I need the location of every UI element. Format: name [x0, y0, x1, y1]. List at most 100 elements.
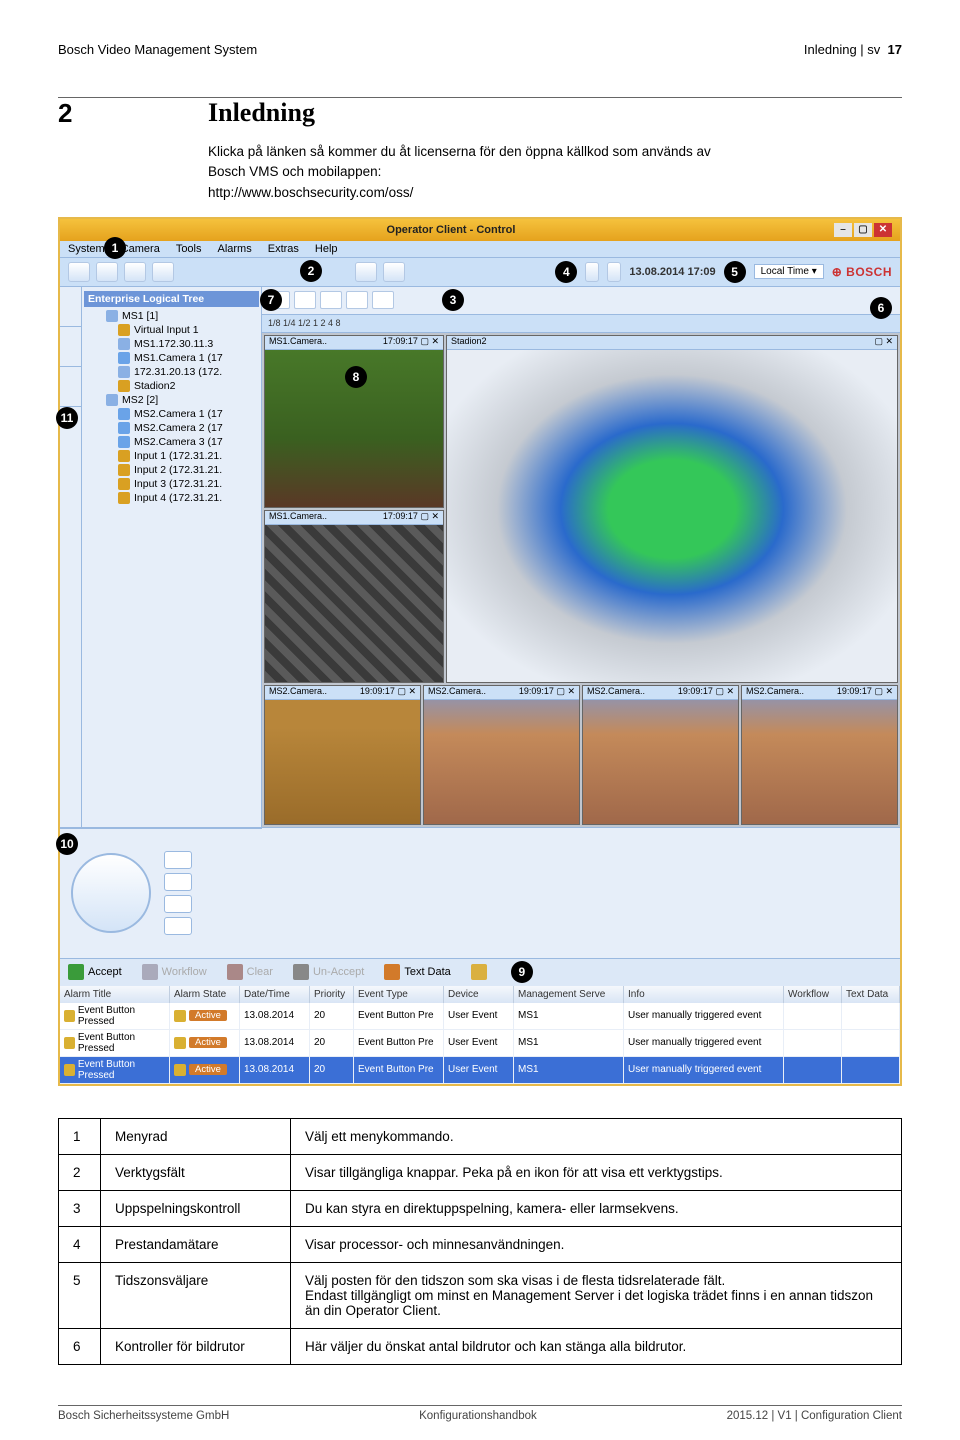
menu-alarms[interactable]: Alarms [218, 243, 252, 255]
side-tab-map-icon[interactable] [60, 367, 81, 407]
alarm-col-header[interactable]: Alarm State [170, 986, 240, 1003]
app-screenshot: Operator Client - Control – ▢ ✕ 1 System… [58, 217, 902, 1086]
menu-tools[interactable]: Tools [176, 243, 202, 255]
tree-item[interactable]: MS1.172.30.11.3 [84, 337, 259, 351]
callout-9: 9 [511, 961, 533, 983]
state-icon [174, 1010, 186, 1022]
menu-system[interactable]: System [68, 243, 105, 255]
tree-node-icon [118, 366, 130, 378]
tree-item[interactable]: Input 4 (172.31.21. [84, 491, 259, 505]
ptz-iris-icon[interactable] [164, 917, 192, 935]
tree-node-label: MS2.Camera 1 (17 [134, 408, 223, 420]
tree-item[interactable]: Input 3 (172.31.21. [84, 477, 259, 491]
print-icon[interactable] [355, 262, 377, 282]
textdata-button[interactable]: Text Data [384, 964, 450, 980]
image-pane-3[interactable]: MS1.Camera..17:09:17 ▢ ✕ [264, 510, 444, 683]
tree-item[interactable]: Stadion2 [84, 379, 259, 393]
unaccept-button[interactable]: Un-Accept [293, 964, 364, 980]
window-titlebar: Operator Client - Control – ▢ ✕ [60, 219, 900, 241]
alarm-row[interactable]: Event Button PressedActive13.08.201420Ev… [60, 1030, 900, 1057]
image-pane-5[interactable]: MS2.Camera..19:09:17 ▢ ✕ [423, 685, 580, 825]
clear-button[interactable]: Clear [227, 964, 273, 980]
tree-item[interactable]: Input 1 (172.31.21. [84, 449, 259, 463]
tree-node-label: Input 2 (172.31.21. [134, 464, 222, 476]
timezone-selector[interactable]: Local Time ▾ [754, 264, 824, 279]
snapshot-icon[interactable] [383, 262, 405, 282]
alarm-col-header[interactable]: Text Data [842, 986, 900, 1003]
tree-root[interactable]: Enterprise Logical Tree [84, 291, 259, 307]
monitor-icon[interactable] [68, 262, 90, 282]
menu-help[interactable]: Help [315, 243, 338, 255]
image-pane-2[interactable]: Stadion2▢ ✕ [446, 335, 898, 683]
ptz-focus-icon[interactable] [164, 895, 192, 913]
tree-item[interactable]: Input 2 (172.31.21. [84, 463, 259, 477]
bell-icon [471, 964, 487, 980]
ptz-zoom-in-icon[interactable] [164, 851, 192, 869]
section-number: 2 [58, 98, 168, 203]
tree-item[interactable]: MS2.Camera 2 (17 [84, 421, 259, 435]
speed-scale[interactable]: 1/8 1/4 1/2 1 2 4 8 [268, 318, 341, 328]
grid-icon[interactable] [124, 262, 146, 282]
forward-icon[interactable] [372, 291, 394, 309]
tree-node-icon [118, 450, 130, 462]
tree-item[interactable]: MS2 [2] [84, 393, 259, 407]
alarm-col-header[interactable]: Management Serve [514, 986, 624, 1003]
image-pane-1[interactable]: MS1.Camera..17:09:17 ▢ ✕ 8 [264, 335, 444, 508]
header-right: Inledning | sv 17 [804, 42, 902, 57]
tree-item[interactable]: MS2.Camera 3 (17 [84, 435, 259, 449]
tree-item[interactable]: MS2.Camera 1 (17 [84, 407, 259, 421]
alarm-row[interactable]: Event Button PressedActive13.08.201420Ev… [60, 1003, 900, 1030]
menu-camera[interactable]: Camera [121, 243, 160, 255]
film-icon[interactable] [96, 262, 118, 282]
accept-button[interactable]: Accept [68, 964, 122, 980]
legend-num: 6 [59, 1328, 101, 1364]
legend-desc: Visar processor- och minnesanvändningen. [291, 1226, 902, 1262]
play-icon[interactable] [320, 291, 342, 309]
alarm-col-header[interactable]: Workflow [784, 986, 842, 1003]
layout-1-icon[interactable] [802, 317, 818, 329]
tree-item[interactable]: MS1.Camera 1 (17 [84, 351, 259, 365]
page-title: Inledning [208, 98, 902, 128]
tree-node-icon [118, 352, 130, 364]
legend-row: 4PrestandamätareVisar processor- och min… [59, 1226, 902, 1262]
maximize-button[interactable]: ▢ [854, 223, 872, 237]
alarm-col-header[interactable]: Event Type [354, 986, 444, 1003]
layout-4-icon[interactable] [859, 317, 875, 329]
minimize-button[interactable]: – [834, 223, 852, 237]
legend-num: 3 [59, 1190, 101, 1226]
callout-4: 4 [555, 261, 577, 283]
callout-10: 10 [56, 833, 78, 855]
alarm-col-header[interactable]: Priority [310, 986, 354, 1003]
alarm-col-header[interactable]: Date/Time [240, 986, 310, 1003]
legend-row: 5TidszonsväljareVälj posten för den tids… [59, 1262, 902, 1328]
side-tab-tree-icon[interactable] [60, 287, 81, 327]
ptz-joystick[interactable] [66, 848, 156, 938]
alarm-row[interactable]: Event Button PressedActive13.08.201420Ev… [60, 1057, 900, 1084]
tree-node-icon [118, 324, 130, 336]
layout-close-icon[interactable] [878, 317, 894, 329]
side-tab-fav-icon[interactable] [60, 327, 81, 367]
legend-desc: Här väljer du önskat antal bildrutor och… [291, 1328, 902, 1364]
pause-icon[interactable] [346, 291, 368, 309]
alarm-col-header[interactable]: Alarm Title [60, 986, 170, 1003]
image-pane-6[interactable]: MS2.Camera..19:09:17 ▢ ✕ [582, 685, 739, 825]
tree-item[interactable]: 172.31.20.13 (172. [84, 365, 259, 379]
legend-row: 6Kontroller för bildrutorHär väljer du ö… [59, 1328, 902, 1364]
speaker-icon[interactable] [152, 262, 174, 282]
image-pane-7[interactable]: MS2.Camera..19:09:17 ▢ ✕ [741, 685, 898, 825]
image-pane-4[interactable]: MS2.Camera..19:09:17 ▢ ✕ [264, 685, 421, 825]
tree-item[interactable]: Virtual Input 1 [84, 323, 259, 337]
alarm-col-header[interactable]: Info [624, 986, 784, 1003]
workflow-button[interactable]: Workflow [142, 964, 207, 980]
alarm-table: Alarm TitleAlarm StateDate/TimePriorityE… [60, 986, 900, 1084]
alarm-col-header[interactable]: Device [444, 986, 514, 1003]
menu-extras[interactable]: Extras [268, 243, 299, 255]
tree-item[interactable]: MS1 [1] [84, 309, 259, 323]
layout-2-icon[interactable] [821, 317, 837, 329]
ptz-zoom-out-icon[interactable] [164, 873, 192, 891]
close-button[interactable]: ✕ [874, 223, 892, 237]
rewind-icon[interactable] [294, 291, 316, 309]
tree-node-icon [118, 436, 130, 448]
bell-button[interactable] [471, 964, 487, 980]
layout-3-icon[interactable] [840, 317, 856, 329]
